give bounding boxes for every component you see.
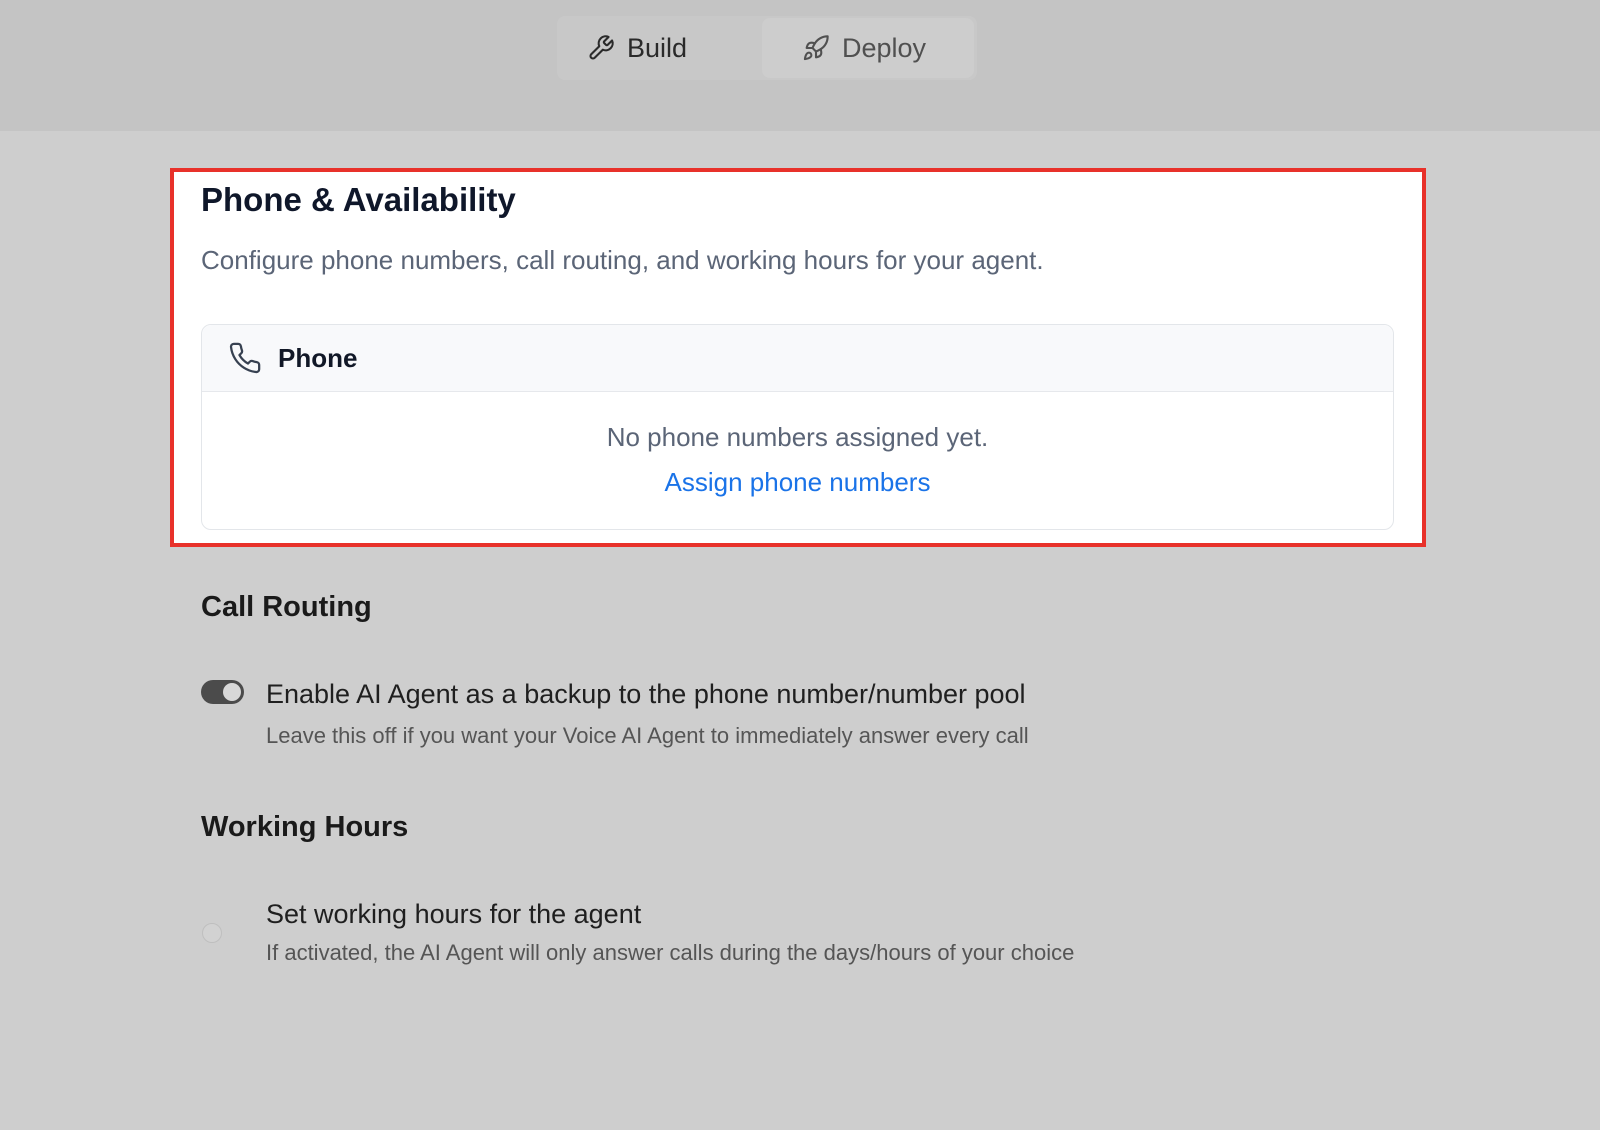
phone-card-header: Phone [202, 325, 1393, 392]
rocket-icon [802, 34, 830, 62]
tab-build-label: Build [627, 32, 688, 63]
working-hours-toggle-label: Set working hours for the agent [266, 899, 642, 929]
working-hours-title: Working Hours [201, 811, 409, 843]
section-description: Configure phone numbers, call routing, a… [201, 245, 1044, 275]
top-bar: Build Deploy [0, 0, 1600, 131]
working-hours-toggle-help: If activated, the AI Agent will only ans… [266, 940, 1075, 965]
tab-build[interactable]: Build [587, 18, 757, 78]
backup-toggle-help: Leave this off if you want your Voice AI… [266, 723, 1029, 748]
empty-state-text: No phone numbers assigned yet. [606, 422, 989, 452]
tab-deploy-label: Deploy [842, 32, 927, 63]
toggle-knob [202, 923, 222, 943]
call-routing-title: Call Routing [201, 591, 372, 623]
mode-tabs: Build Deploy [557, 16, 977, 80]
wrench-icon [587, 34, 615, 62]
backup-toggle-label: Enable AI Agent as a backup to the phone… [266, 679, 1026, 709]
phone-icon [228, 341, 262, 375]
backup-toggle[interactable] [201, 680, 244, 704]
tab-deploy[interactable]: Deploy [762, 18, 974, 78]
toggle-knob [223, 683, 241, 701]
phone-card-title: Phone [278, 342, 358, 373]
section-title: Phone & Availability [201, 181, 516, 218]
phone-card: Phone No phone numbers assigned yet. Ass… [201, 324, 1394, 530]
assign-phone-numbers-link[interactable]: Assign phone numbers [202, 467, 1393, 498]
working-hours-toggle[interactable] [201, 921, 244, 945]
